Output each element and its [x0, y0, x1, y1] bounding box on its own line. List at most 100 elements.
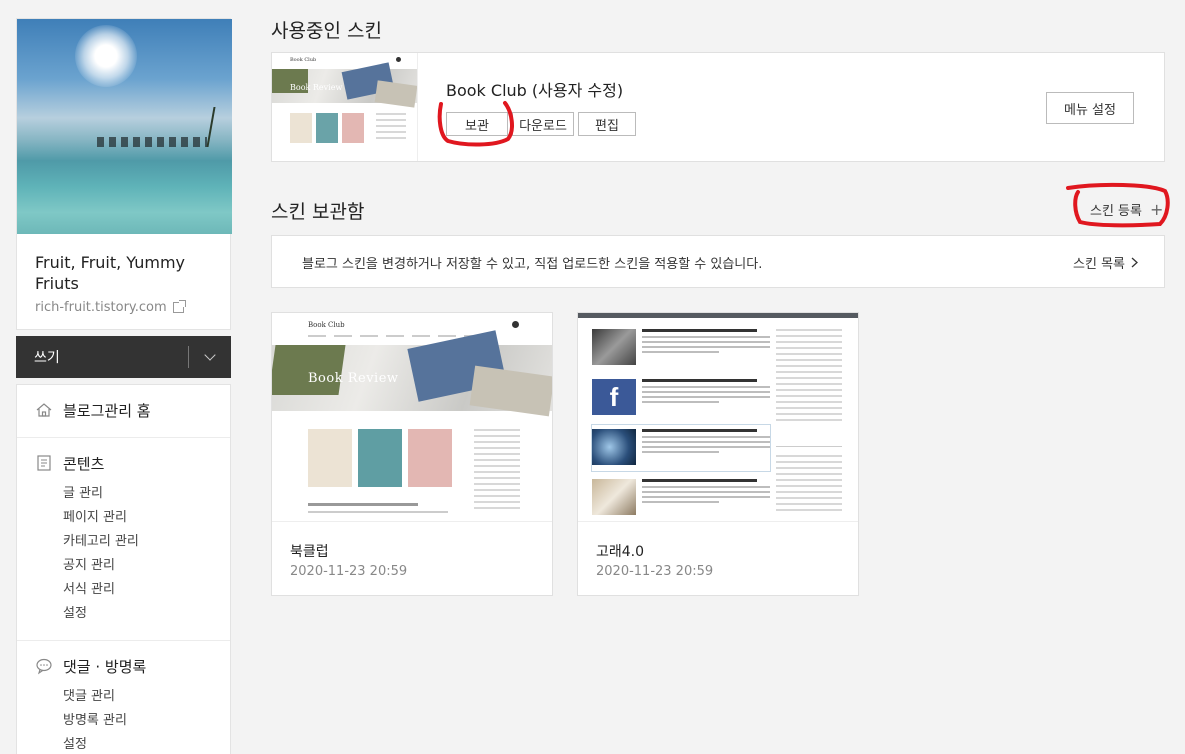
current-skin-actions: 보관 다운로드 편집	[446, 112, 636, 136]
register-skin-button[interactable]: 스킨 등록 +	[1090, 200, 1163, 219]
thumb-nav	[308, 335, 478, 337]
whale-post-1	[592, 325, 770, 371]
menu-guestbook-manage[interactable]: 방명록 관리	[63, 709, 212, 733]
bookclub-thumb-hero-text: Book Review	[308, 371, 399, 386]
menu-template-manage[interactable]: 서식 관리	[63, 578, 212, 602]
thumb-dot	[396, 57, 401, 62]
menu-home-label[interactable]: 블로그관리 홈	[63, 400, 151, 421]
menu-settings-button[interactable]: 메뉴 설정	[1046, 92, 1134, 124]
menu-section-home: 블로그관리 홈	[17, 385, 230, 438]
menu-contents[interactable]: 콘텐츠	[35, 450, 212, 476]
thumb-hero-text: Book Review	[290, 83, 343, 92]
thumb-cover-1	[290, 113, 312, 143]
thumb-logo: Book Club	[290, 57, 317, 63]
bookclub-thumbnail[interactable]: Book Club Book Review	[272, 313, 552, 522]
write-dropdown-button[interactable]	[189, 349, 231, 361]
whale-sidebar-lines	[776, 455, 842, 515]
skin-storage-title: 스킨 보관함	[271, 201, 365, 223]
blog-profile-card: Fruit, Fruit, Yummy Friuts rich-fruit.ti…	[16, 18, 232, 330]
blog-url-text[interactable]: rich-fruit.tistory.com	[35, 300, 167, 315]
admin-menu: 블로그관리 홈 콘텐츠 글 관리 페이지 관리 카테고리 관리 공지 관리 서식…	[16, 384, 231, 754]
register-skin-label[interactable]: 스킨 등록	[1090, 200, 1142, 219]
menu-contents-label[interactable]: 콘텐츠	[63, 453, 104, 474]
whale-post-4	[592, 475, 770, 521]
bookclub-thumb-logo: Book Club	[308, 321, 345, 329]
blog-title[interactable]: Fruit, Fruit, Yummy Friuts	[35, 252, 212, 294]
skin-info-text: 블로그 스킨을 변경하거나 저장할 수 있고, 직접 업로드한 스킨을 적용할 …	[302, 257, 763, 272]
post-text	[642, 479, 770, 506]
edit-skin-button[interactable]: 편집	[578, 112, 636, 136]
menu-home[interactable]: 블로그관리 홈	[35, 397, 212, 423]
thumb-cover-2	[316, 113, 338, 143]
skin-card-whale[interactable]: f 고래4.0 2020-11-23 20:59	[577, 312, 859, 596]
menu-post-manage[interactable]: 글 관리	[63, 482, 212, 506]
whale-post-2: f	[592, 375, 770, 421]
sidebar: Fruit, Fruit, Yummy Friuts rich-fruit.ti…	[16, 18, 232, 754]
post-image	[592, 429, 636, 465]
skin-list-label[interactable]: 스킨 목록	[1073, 253, 1125, 272]
thumb-article-line	[308, 503, 418, 506]
menu-comments-submenu: 댓글 관리 방명록 관리 설정	[35, 685, 212, 754]
chevron-right-icon[interactable]	[1131, 257, 1138, 268]
thumb-cover-3	[342, 113, 364, 143]
menu-category-manage[interactable]: 카테고리 관리	[63, 530, 212, 554]
thumb-dot	[512, 321, 519, 328]
whale-skin-date: 2020-11-23 20:59	[596, 564, 714, 579]
blog-profile-image[interactable]	[17, 19, 232, 234]
post-image	[592, 329, 636, 365]
skin-info-banner: 블로그 스킨을 변경하거나 저장할 수 있고, 직접 업로드한 스킨을 적용할 …	[271, 235, 1165, 288]
menu-comments-label[interactable]: 댓글 · 방명록	[63, 656, 146, 677]
chevron-down-icon	[204, 349, 216, 361]
thumb-hero: Book Review	[272, 62, 417, 108]
document-icon	[35, 454, 53, 472]
whale-post-3	[591, 424, 771, 472]
bookclub-skin-name: 북클럽	[290, 544, 329, 560]
whale-thumbnail[interactable]: f	[578, 313, 858, 522]
post-image	[592, 479, 636, 515]
external-link-icon[interactable]	[172, 300, 186, 313]
bookclub-skin-date: 2020-11-23 20:59	[290, 564, 408, 579]
post-text	[642, 379, 770, 406]
thumb-sidebar-lines	[474, 429, 520, 513]
thumb-cover-2	[358, 429, 402, 487]
current-skin-title: 사용중인 스킨	[271, 20, 382, 42]
current-skin-card: Book Club Book Review Book Club (사용자 수정)…	[271, 52, 1165, 162]
menu-contents-settings[interactable]: 설정	[63, 602, 212, 626]
current-skin-thumbnail[interactable]: Book Club Book Review	[272, 53, 418, 161]
skin-list-link[interactable]: 스킨 목록	[1073, 253, 1138, 272]
post-text	[642, 329, 770, 356]
menu-section-contents: 콘텐츠 글 관리 페이지 관리 카테고리 관리 공지 관리 서식 관리 설정	[17, 438, 230, 641]
skin-card-bookclub[interactable]: Book Club Book Review 북클럽 2020-11-23 20:…	[271, 312, 553, 596]
current-skin-name: Book Club (사용자 수정)	[446, 81, 624, 100]
thumb-article-line	[308, 511, 448, 513]
save-skin-button[interactable]: 보관	[446, 112, 508, 136]
book-grey	[374, 80, 417, 108]
whale-skin-name: 고래4.0	[596, 544, 645, 560]
menu-page-manage[interactable]: 페이지 관리	[63, 506, 212, 530]
post-text	[642, 429, 770, 456]
bookclub-thumb-hero: Book Review	[272, 330, 552, 417]
plus-icon[interactable]: +	[1150, 200, 1163, 219]
menu-comments-settings[interactable]: 설정	[63, 733, 212, 754]
whale-sidebar-lines	[776, 329, 842, 425]
whale-top-bar	[578, 313, 858, 318]
menu-contents-submenu: 글 관리 페이지 관리 카테고리 관리 공지 관리 서식 관리 설정	[35, 482, 212, 626]
facebook-icon: f	[592, 379, 636, 415]
menu-notice-manage[interactable]: 공지 관리	[63, 554, 212, 578]
home-icon	[35, 401, 53, 419]
menu-section-comments: 댓글 · 방명록 댓글 관리 방명록 관리 설정	[17, 641, 230, 754]
water-villas	[97, 137, 207, 147]
whale-sidebar-tabs	[776, 437, 842, 447]
thumb-cover-3	[408, 429, 452, 487]
blog-url-link[interactable]: rich-fruit.tistory.com	[35, 300, 212, 315]
download-skin-button[interactable]: 다운로드	[512, 112, 574, 136]
palm-tree	[206, 107, 232, 147]
thumb-sidebar-lines	[376, 113, 406, 143]
sun-glow	[75, 25, 137, 87]
speech-bubble-icon	[35, 657, 53, 675]
menu-comment-manage[interactable]: 댓글 관리	[63, 685, 212, 709]
menu-comments[interactable]: 댓글 · 방명록	[35, 653, 212, 679]
book-green	[272, 345, 346, 395]
thumb-cover-1	[308, 429, 352, 487]
write-button[interactable]: 쓰기	[16, 347, 188, 367]
